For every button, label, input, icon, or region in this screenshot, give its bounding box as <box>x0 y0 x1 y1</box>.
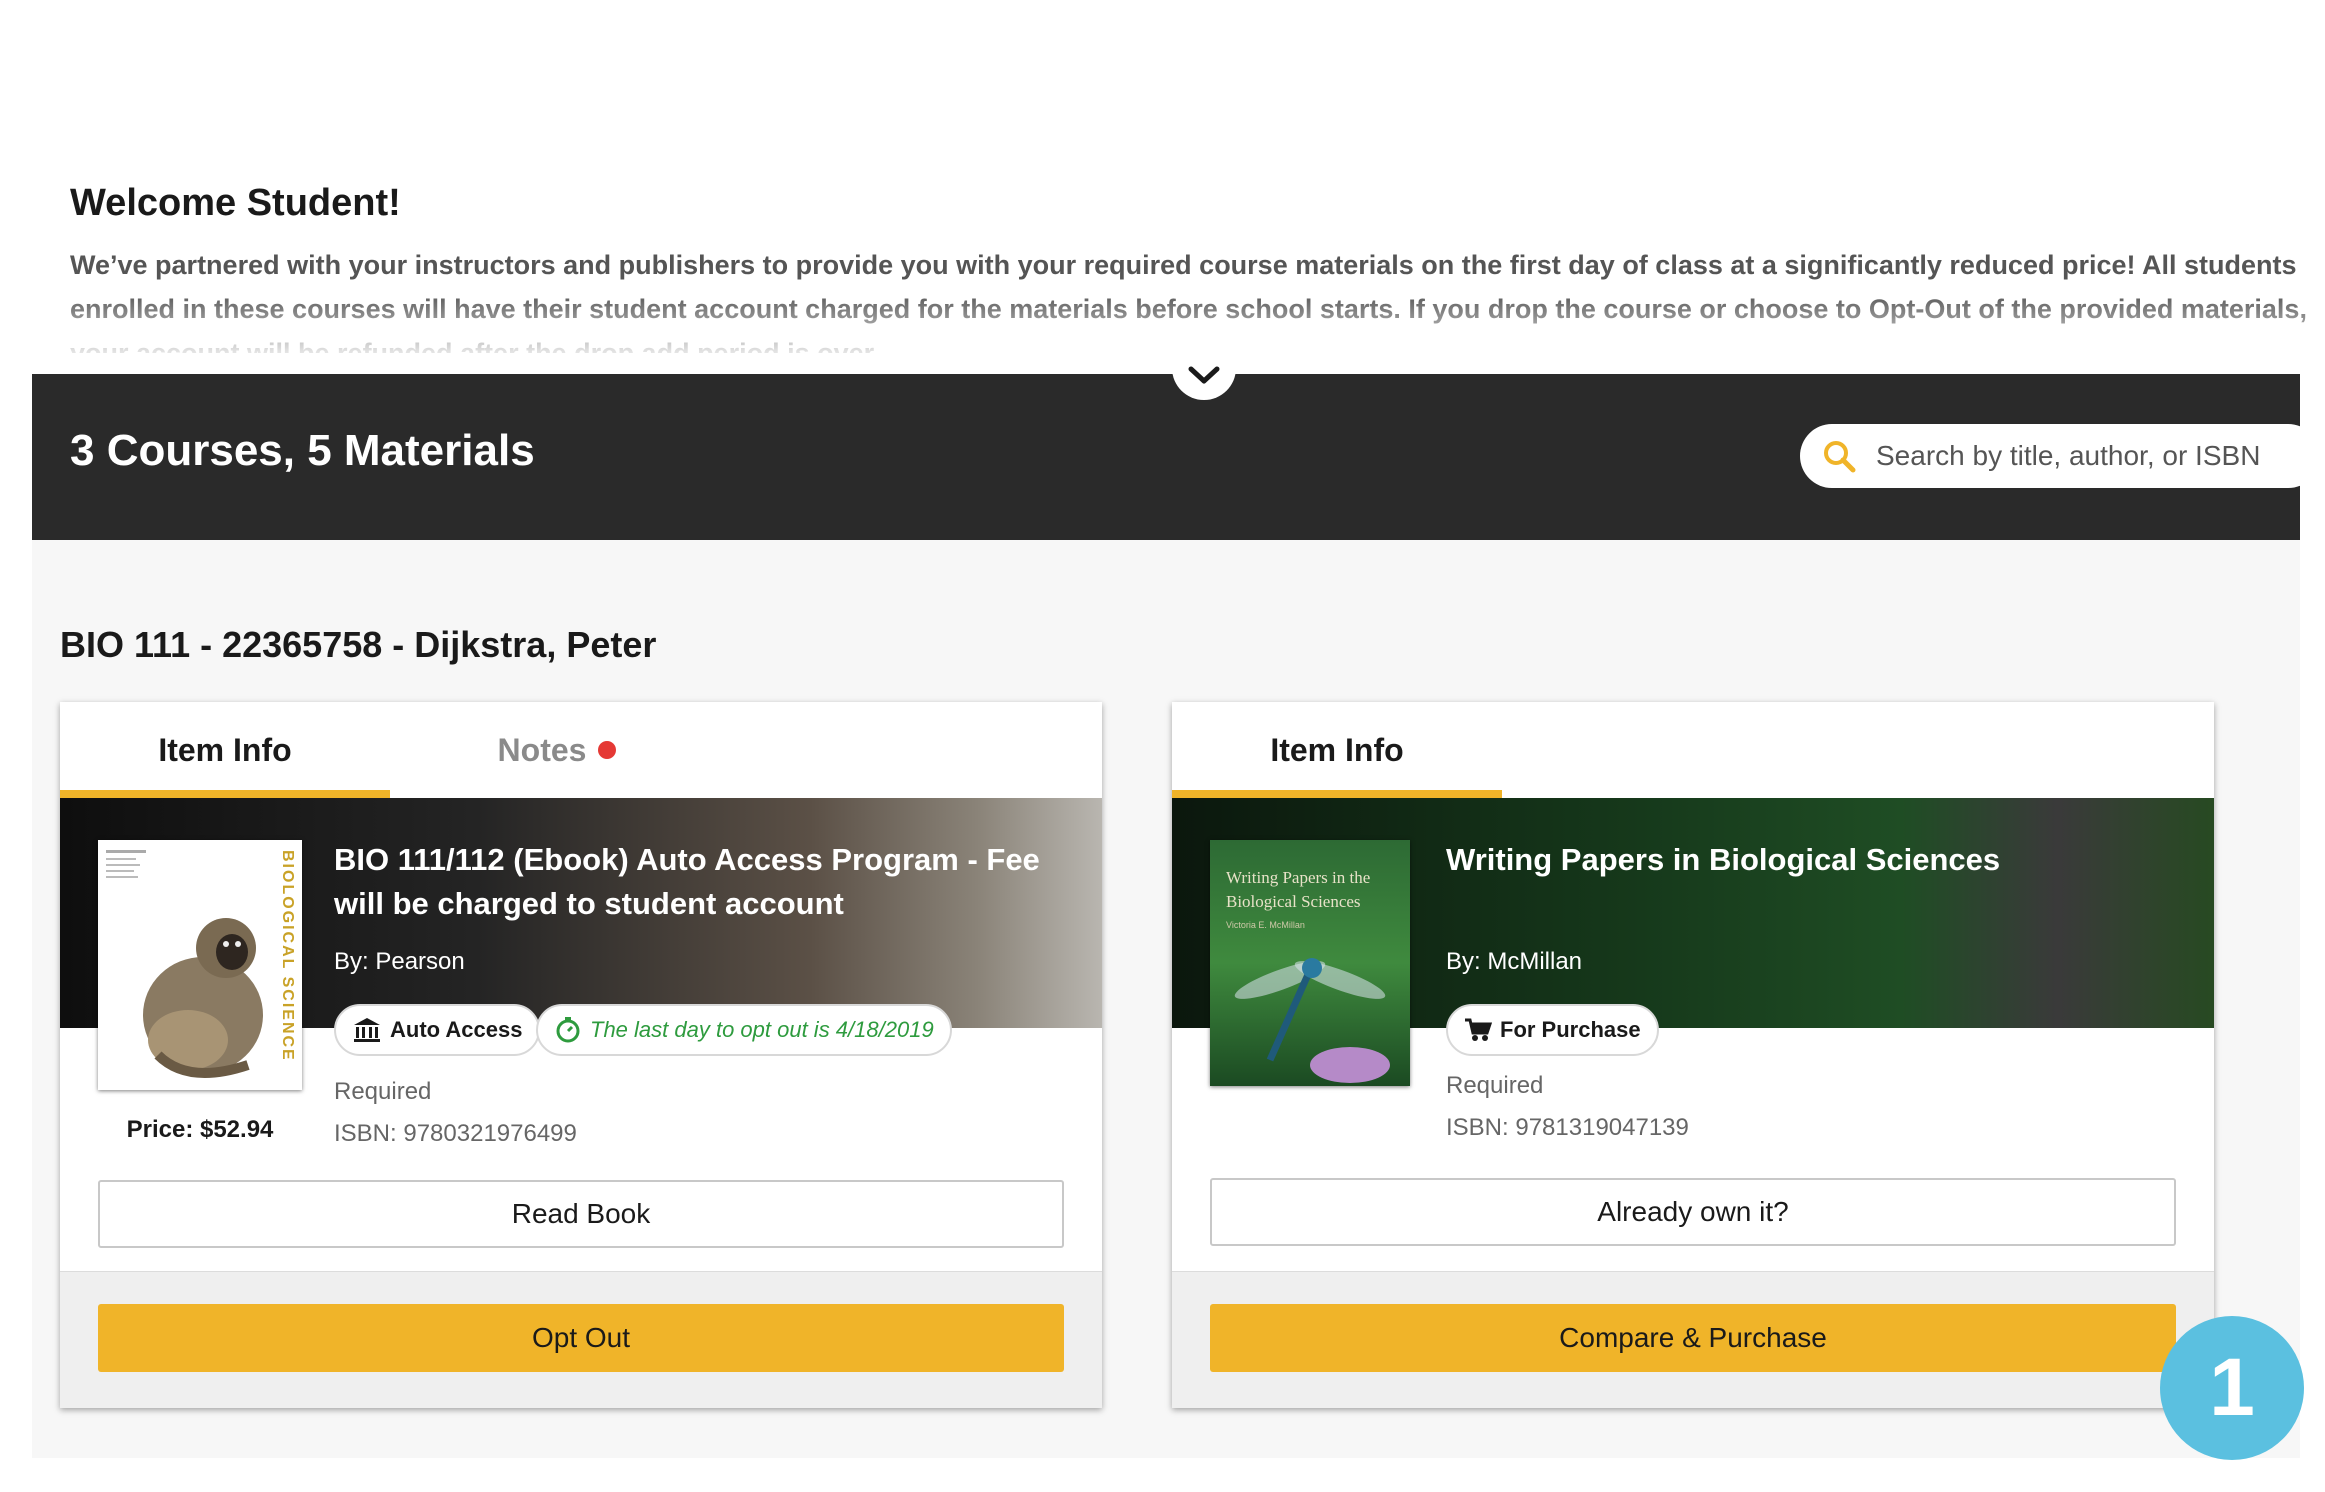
tab-label: Notes <box>497 731 587 768</box>
book-cover[interactable]: BIOLOGICAL SCIENCE <box>98 840 302 1090</box>
opt-out-deadline: The last day to opt out is 4/18/2019 <box>536 1004 952 1056</box>
welcome-section: Welcome Student! We’ve partnered with yo… <box>70 182 2320 353</box>
requirement-status: Required <box>334 1078 432 1105</box>
welcome-title: Welcome Student! <box>70 182 401 224</box>
course-title: BIO 111 - 22365758 - Dijkstra, Peter <box>60 624 657 665</box>
badge-label: For Purchase <box>1500 1017 1641 1042</box>
search-icon <box>1824 441 1856 473</box>
cart-icon <box>1464 1017 1492 1043</box>
badge-label: Auto Access <box>390 1017 523 1042</box>
read-book-button[interactable]: Read Book <box>98 1180 1064 1248</box>
step-marker: 1 <box>2160 1316 2304 1460</box>
already-own-button[interactable]: Already own it? <box>1210 1178 2176 1246</box>
book-cover[interactable]: Writing Papers in the Biological Science… <box>1210 840 1410 1086</box>
deadline-text: The last day to opt out is 4/18/2019 <box>590 1017 934 1042</box>
tab-notes[interactable]: Notes <box>392 702 722 798</box>
book-title[interactable]: BIO 111/112 (Ebook) Auto Access Program … <box>334 838 1094 926</box>
materials-banner: 3 Courses, 5 Materials <box>32 374 2320 540</box>
card-footer: Compare & Purchase <box>1172 1271 2214 1408</box>
dragonfly-illustration <box>1234 958 1390 1083</box>
auto-access-badge: Auto Access <box>334 1004 541 1056</box>
timer-icon <box>554 1016 582 1044</box>
welcome-text: We’ve partnered with your instructors an… <box>70 250 2307 353</box>
chevron-down-icon <box>1188 366 1220 384</box>
cover-spine-title: BIOLOGICAL SCIENCE <box>279 850 296 1062</box>
tab-item-info[interactable]: Item Info <box>1172 702 1502 798</box>
tab-label: Item Info <box>158 731 292 768</box>
search-input[interactable] <box>1874 439 2298 473</box>
card-tabs: Item Info Notes <box>60 702 1102 798</box>
opt-out-button[interactable]: Opt Out <box>98 1304 1064 1372</box>
book-title[interactable]: Writing Papers in Biological Sciences <box>1446 838 2206 882</box>
material-card: Item Info Notes BIOLOGICAL SCIENCE BIO 1… <box>60 702 1102 1408</box>
notification-dot <box>598 741 617 759</box>
requirement-status: Required <box>1446 1072 1544 1099</box>
tab-label: Item Info <box>1270 731 1404 768</box>
book-author: By: McMillan <box>1446 948 1583 975</box>
tab-item-info[interactable]: Item Info <box>60 702 390 798</box>
card-tabs: Item Info <box>1172 702 2214 798</box>
materials-summary: 3 Courses, 5 Materials <box>70 426 535 475</box>
isbn: ISBN: 9780321976499 <box>334 1120 577 1147</box>
book-author: By: Pearson <box>334 948 465 975</box>
for-purchase-badge: For Purchase <box>1446 1004 1659 1056</box>
book-price: Price: $52.94 <box>126 1116 274 1143</box>
course-materials: BIO 111 - 22365758 - Dijkstra, Peter Ite… <box>32 540 2300 1458</box>
card-footer: Opt Out <box>60 1271 1102 1408</box>
search-box[interactable] <box>1800 424 2320 488</box>
monkey-illustration <box>106 850 263 1078</box>
compare-purchase-button[interactable]: Compare & Purchase <box>1210 1304 2176 1372</box>
isbn: ISBN: 9781319047139 <box>1446 1114 1689 1141</box>
institution-icon <box>352 1016 382 1044</box>
material-card: Item Info Writing Papers in the Biologic… <box>1172 702 2214 1408</box>
